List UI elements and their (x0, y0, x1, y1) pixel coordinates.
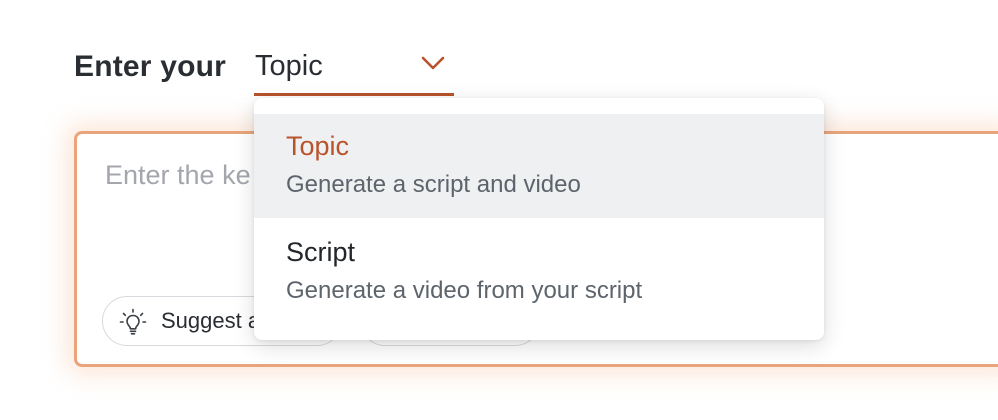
dropdown-option-topic[interactable]: Topic Generate a script and video (254, 114, 824, 218)
mode-select-value: Topic (255, 50, 323, 82)
option-description: Generate a script and video (286, 171, 581, 198)
suggest-chip-label: Suggest a (161, 308, 261, 333)
chevron-down-icon[interactable] (420, 54, 446, 72)
mode-dropdown-menu: Topic Generate a script and video Script… (254, 98, 824, 340)
lightbulb-icon (119, 308, 147, 335)
prompt-label: Enter your (74, 50, 227, 83)
option-title: Script (286, 237, 356, 267)
mode-select[interactable]: Topic (254, 40, 454, 96)
option-description: Generate a video from your script (286, 277, 643, 304)
topic-input-placeholder[interactable]: Enter the ke (105, 156, 251, 194)
option-title: Topic (286, 131, 350, 161)
dropdown-option-script[interactable]: Script Generate a video from your script (254, 220, 824, 324)
